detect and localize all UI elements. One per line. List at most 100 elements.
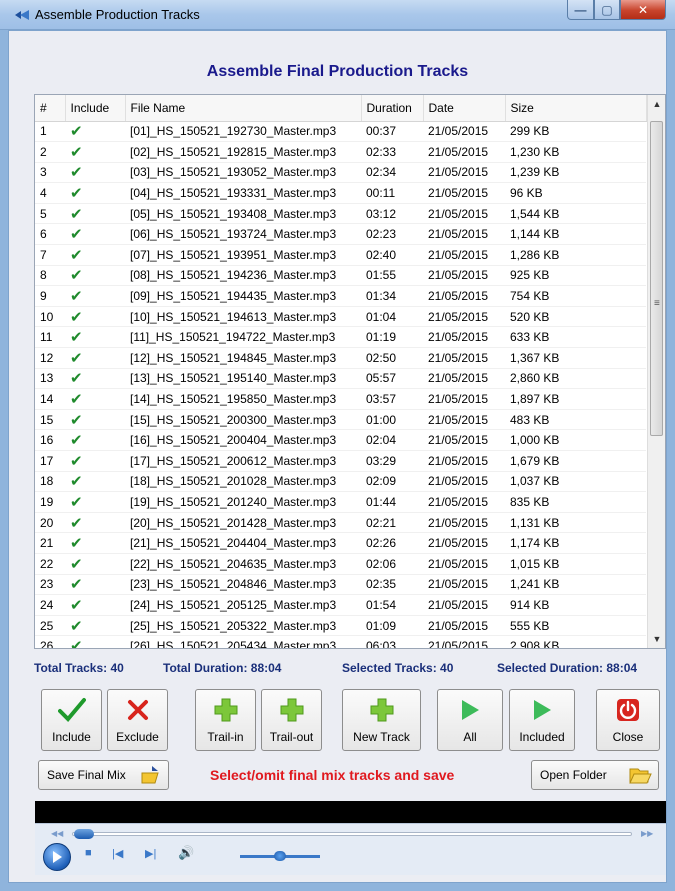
file-name: [09]_HS_150521_194435_Master.mp3 [125,285,361,307]
table-row[interactable]: 4 ✔ [04]_HS_150521_193331_Master.mp3 00:11 2… [35,182,646,204]
table-row[interactable]: 8 ✔ [08]_HS_150521_194236_Master.mp3 01:55 2… [35,265,646,287]
trail-in-button[interactable]: Trail-in [195,689,256,751]
include-check-icon[interactable]: ✔ [65,326,125,349]
column-header-duration[interactable]: Duration [361,95,424,122]
include-check-icon[interactable]: ✔ [65,532,125,554]
include-check-icon[interactable]: ✔ [65,491,125,513]
table-row[interactable]: 19 ✔ [19]_HS_150521_201240_Master.mp3 01:44… [35,491,646,513]
include-check-icon[interactable]: ✔ [65,471,125,493]
scrollbar-thumb[interactable]: ≡ [650,121,663,436]
file-name: [25]_HS_150521_205322_Master.mp3 [125,615,361,637]
size: 1,000 KB [505,429,646,451]
table-row[interactable]: 16 ✔ [16]_HS_150521_200404_Master.mp3 02:04… [35,429,646,451]
fast-forward-icon[interactable]: ▶▶ [641,829,653,838]
include-check-icon[interactable]: ✔ [65,594,125,616]
table-row[interactable]: 15 ✔ [15]_HS_150521_200300_Master.mp3 01:00… [35,409,646,431]
include-check-icon[interactable]: ✔ [65,265,125,287]
table-row[interactable]: 20 ✔ [20]_HS_150521_201428_Master.mp3 02:21… [35,512,646,534]
column-header-date[interactable]: Date [423,95,506,122]
close-button[interactable]: Close [596,689,660,751]
duration: 02:09 [361,471,423,493]
include-button[interactable]: Include [41,689,102,751]
table-row[interactable]: 14 ✔ [14]_HS_150521_195850_Master.mp3 03:57… [35,388,646,410]
table-row[interactable]: 18 ✔ [18]_HS_150521_201028_Master.mp3 02:09… [35,471,646,493]
play-pause-button[interactable] [43,843,71,871]
maximize-button[interactable]: ▢ [594,0,620,20]
include-check-icon[interactable]: ✔ [65,553,125,575]
table-row[interactable]: 24 ✔ [24]_HS_150521_205125_Master.mp3 01:54… [35,594,646,616]
include-check-icon[interactable]: ✔ [65,306,125,328]
table-row[interactable]: 5 ✔ [05]_HS_150521_193408_Master.mp3 03:12 2… [35,203,646,225]
table-row[interactable]: 23 ✔ [23]_HS_150521_204846_Master.mp3 02:35… [35,574,646,596]
include-check-icon[interactable]: ✔ [65,450,125,472]
date: 21/05/2015 [423,162,505,184]
next-icon[interactable]: ▶| [145,847,156,860]
include-check-icon[interactable]: ✔ [65,512,125,534]
include-check-icon[interactable]: ✔ [65,388,125,410]
column-header-number[interactable]: # [35,95,66,122]
volume-icon[interactable]: 🔊 [178,845,194,861]
column-header-include[interactable]: Include [65,95,126,122]
include-check-icon[interactable]: ✔ [65,409,125,431]
window-close-button[interactable]: ✕ [620,0,666,20]
table-row[interactable]: 7 ✔ [07]_HS_150521_193951_Master.mp3 02:40 2… [35,244,646,266]
table-row[interactable]: 9 ✔ [09]_HS_150521_194435_Master.mp3 01:34 2… [35,285,646,307]
seek-knob[interactable] [74,829,94,839]
table-row[interactable]: 17 ✔ [17]_HS_150521_200612_Master.mp3 03:29… [35,450,646,472]
table-row[interactable]: 6 ✔ [06]_HS_150521_193724_Master.mp3 02:23 2… [35,223,646,246]
duration: 01:55 [361,265,423,287]
rewind-icon[interactable]: ◀◀ [51,829,63,838]
table-row[interactable]: 21 ✔ [21]_HS_150521_204404_Master.mp3 02:26… [35,532,646,554]
folder-save-icon [141,766,159,784]
include-check-icon[interactable]: ✔ [65,203,125,225]
include-check-icon[interactable]: ✔ [65,285,125,307]
include-check-icon[interactable]: ✔ [65,244,125,266]
previous-icon[interactable]: |◀ [112,847,123,860]
table-row[interactable]: 22 ✔ [22]_HS_150521_204635_Master.mp3 02:06… [35,553,646,575]
include-check-icon[interactable]: ✔ [65,141,125,163]
table-row[interactable]: 25 ✔ [25]_HS_150521_205322_Master.mp3 01:09… [35,615,646,637]
tracks-grid[interactable]: # Include File Name Duration Date Size 1… [34,94,666,649]
include-check-icon[interactable]: ✔ [65,368,125,390]
include-check-icon[interactable]: ✔ [65,223,125,246]
app-logo-icon [15,10,29,20]
table-row[interactable]: 2 ✔ [02]_HS_150521_192815_Master.mp3 02:33 2… [35,141,646,163]
play-all-button[interactable]: All [437,689,503,751]
save-final-mix-button[interactable]: Save Final Mix [38,760,169,790]
table-row[interactable]: 1 ✔ [01]_HS_150521_192730_Master.mp3 00:37 2… [35,121,646,143]
column-header-size[interactable]: Size [505,95,647,122]
vertical-scrollbar[interactable]: ▲ ≡ ▼ [647,95,665,648]
column-header-file-name[interactable]: File Name [125,95,362,122]
new-track-button[interactable]: New Track [342,689,421,751]
table-row[interactable]: 11 ✔ [11]_HS_150521_194722_Master.mp3 01:19… [35,326,646,349]
minimize-button[interactable]: — [567,0,594,20]
stop-icon[interactable]: ■ [85,847,92,859]
scroll-down-arrow-icon[interactable]: ▼ [648,634,665,644]
volume-knob[interactable] [274,851,286,861]
volume-slider[interactable] [240,851,320,861]
include-check-icon[interactable]: ✔ [65,635,125,648]
trail-out-button[interactable]: Trail-out [261,689,322,751]
duration: 02:26 [361,532,423,554]
include-check-icon[interactable]: ✔ [65,162,125,184]
include-check-icon[interactable]: ✔ [65,347,125,369]
table-row[interactable]: 10 ✔ [10]_HS_150521_194613_Master.mp3 01:04… [35,306,646,328]
include-check-icon[interactable]: ✔ [65,121,125,143]
scroll-up-arrow-icon[interactable]: ▲ [648,99,665,109]
include-check-icon[interactable]: ✔ [65,615,125,637]
include-check-icon[interactable]: ✔ [65,574,125,596]
seek-bar[interactable] [72,829,632,839]
table-row[interactable]: 12 ✔ [12]_HS_150521_194845_Master.mp3 02:50… [35,347,646,369]
include-check-icon[interactable]: ✔ [65,429,125,451]
exclude-button[interactable]: Exclude [107,689,168,751]
include-check-icon[interactable]: ✔ [65,182,125,204]
table-row[interactable]: 3 ✔ [03]_HS_150521_193052_Master.mp3 02:34 2… [35,162,646,184]
date: 21/05/2015 [423,512,505,534]
table-row[interactable]: 13 ✔ [13]_HS_150521_195140_Master.mp3 05:57… [35,368,646,390]
row-number: 4 [35,182,65,204]
row-number: 16 [35,429,65,451]
table-row[interactable]: 26 ✔ [26]_HS_150521_205434_Master.mp3 06:03… [35,635,646,648]
title-bar[interactable]: Assemble Production Tracks — ▢ ✕ [0,0,675,30]
play-included-button[interactable]: Included [509,689,575,751]
open-folder-button[interactable]: Open Folder [531,760,659,790]
